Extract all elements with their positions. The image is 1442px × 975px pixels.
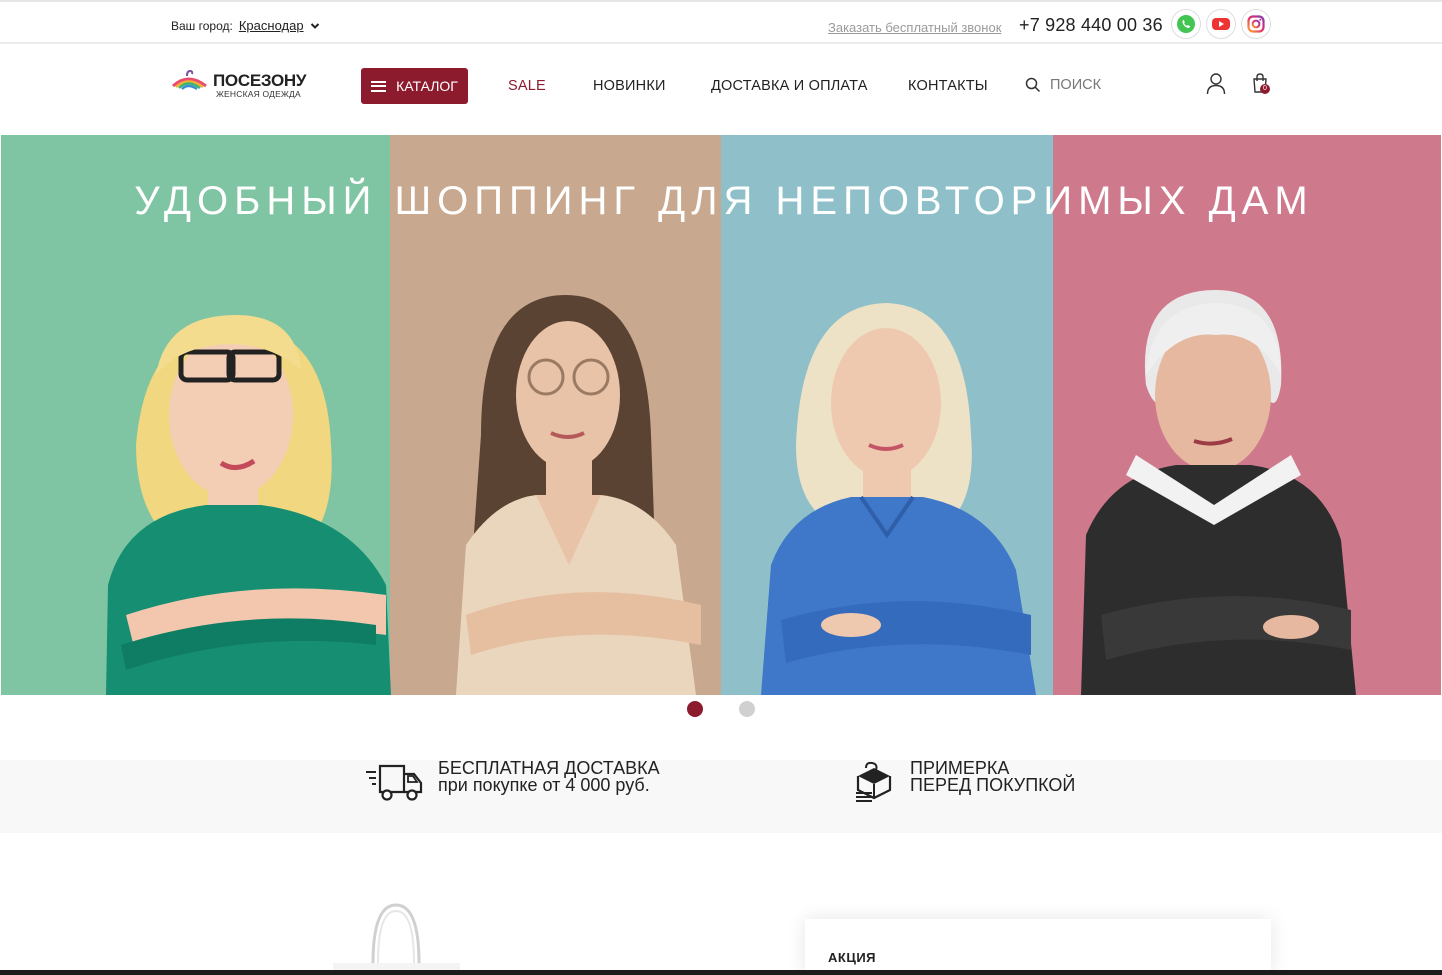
logo-subtitle: ЖЕНСКАЯ ОДЕЖДА: [216, 89, 301, 99]
nav-delivery[interactable]: ДОСТАВКА И ОПЛАТА: [711, 78, 868, 94]
model-photo: [1081, 290, 1356, 695]
features-strip: БЕСПЛАТНАЯ ДОСТАВКА при покупке от 4 000…: [0, 759, 1442, 833]
callback-link[interactable]: Заказать бесплатный звонок: [828, 20, 1001, 35]
instagram-button[interactable]: [1241, 9, 1271, 39]
promo-label: АКЦИЯ: [828, 950, 877, 965]
logo-name: ПОСЕЗОНУ: [213, 71, 307, 90]
nav-sale[interactable]: SALE: [508, 78, 546, 94]
model-photo: [761, 303, 1036, 695]
youtube-button[interactable]: [1206, 9, 1236, 39]
delivery-truck-icon: [366, 764, 423, 801]
catalog-button[interactable]: КАТАЛОГ: [361, 68, 468, 104]
cart-count-badge: 0: [1260, 84, 1270, 94]
model-photo: [456, 295, 701, 695]
feature-fitting: ПРИМЕРКА ПЕРЕД ПОКУПКОЙ: [852, 759, 1076, 804]
city-selector[interactable]: Ваш город: Краснодар: [171, 18, 320, 33]
whatsapp-button[interactable]: [1171, 9, 1201, 39]
feature-subtitle: при покупке от 4 000 руб.: [438, 775, 650, 795]
feature-free-delivery: БЕСПЛАТНАЯ ДОСТАВКА при покупке от 4 000…: [366, 759, 660, 804]
top-bar: Ваш город: Краснодар Заказать бесплатный…: [0, 0, 1442, 44]
slider-pagination: [0, 701, 1442, 717]
slider-dot-active[interactable]: [687, 701, 703, 717]
hero-title: УДОБНЫЙ ШОППИНГ ДЛЯ НЕПОВТОРИМЫХ ДАМ: [134, 179, 1314, 223]
nav-contacts[interactable]: КОНТАКТЫ: [908, 78, 988, 94]
hero-slider[interactable]: УДОБНЫЙ ШОППИНГ ДЛЯ НЕПОВТОРИМЫХ ДАМ: [1, 135, 1441, 695]
city-label: Ваш город:: [171, 18, 233, 33]
instagram-icon: [1247, 15, 1265, 33]
search-placeholder: ПОИСК: [1050, 77, 1102, 93]
hanger-logo-icon: [171, 69, 207, 91]
menu-icon: [371, 80, 387, 92]
chevron-down-icon[interactable]: [310, 21, 320, 31]
phone-number[interactable]: +7 928 440 00 36: [1019, 15, 1163, 36]
site-logo[interactable]: ПОСЕЗОНУ ЖЕНСКАЯ ОДЕЖДА: [170, 68, 310, 102]
catalog-label: КАТАЛОГ: [396, 78, 458, 94]
promo-card[interactable]: АКЦИЯ: [805, 919, 1271, 975]
shopping-bag-illustration: [333, 903, 460, 975]
youtube-icon: [1212, 18, 1230, 30]
bottom-edge-bar: [0, 970, 1442, 975]
nav-new[interactable]: НОВИНКИ: [593, 78, 666, 94]
slider-dot[interactable]: [739, 701, 755, 717]
fitting-box-icon: [856, 761, 892, 802]
feature-subtitle: ПЕРЕД ПОКУПКОЙ: [910, 775, 1076, 795]
user-account-icon[interactable]: [1206, 73, 1226, 95]
main-header: ПОСЕЗОНУ ЖЕНСКАЯ ОДЕЖДА КАТАЛОГ SALE НОВ…: [0, 44, 1442, 134]
whatsapp-icon: [1177, 15, 1195, 33]
model-photo: [106, 315, 391, 695]
search-icon: [1025, 77, 1041, 93]
city-value[interactable]: Краснодар: [239, 18, 304, 33]
search-field[interactable]: ПОИСК: [1025, 77, 1101, 93]
